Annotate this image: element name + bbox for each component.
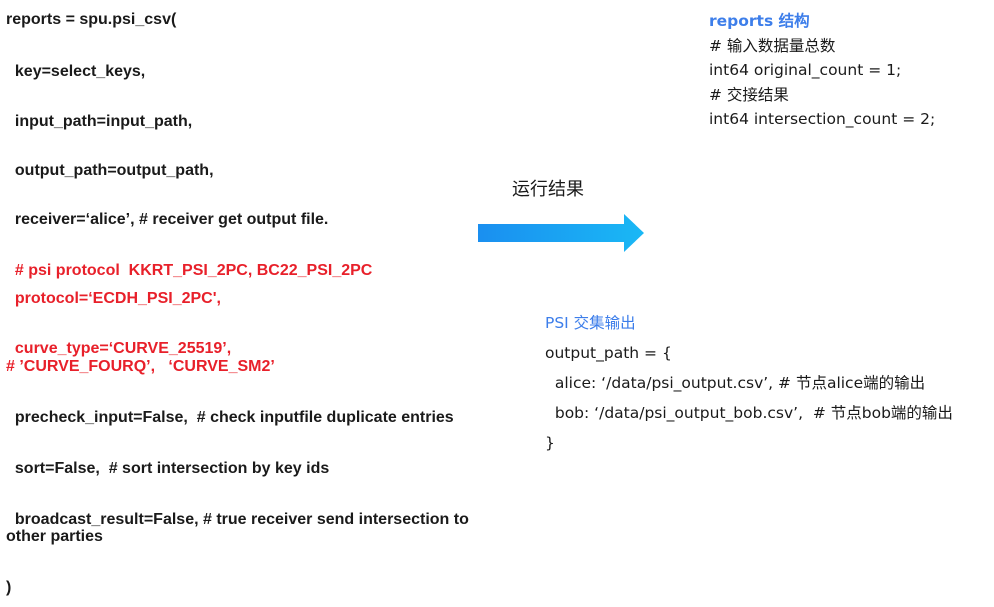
code-line-broadcast: broadcast_result=False, # true receiver …: [6, 511, 469, 528]
code-line-receiver: receiver=‘alice’, # receiver get output …: [6, 211, 329, 228]
code-line-protocol: protocol=‘ECDH_PSI_2PC',: [6, 290, 221, 307]
reports-line: # 交接结果: [709, 85, 789, 104]
code-line-protocol-comment: # psi protocol KKRT_PSI_2PC, BC22_PSI_2P…: [6, 262, 373, 279]
code-line-precheck: precheck_input=False, # check inputfile …: [6, 409, 454, 426]
psi-output-line: }: [545, 434, 555, 452]
code-line-sort: sort=False, # sort intersection by key i…: [6, 460, 330, 477]
code-line-open: reports = spu.psi_csv(: [6, 11, 177, 28]
reports-line: # 输入数据量总数: [709, 36, 836, 55]
reports-line: int64 intersection_count = 2;: [709, 110, 936, 128]
psi-output-line: bob: ‘/data/psi_output_bob.csv’, # 节点bob…: [545, 404, 953, 422]
code-line-curve-type: curve_type=‘CURVE_25519’,: [6, 340, 232, 357]
code-line-output-path: output_path=output_path,: [6, 162, 214, 179]
arrow-caption: 运行结果: [512, 179, 584, 200]
code-line-broadcast-cont: other parties: [6, 528, 103, 545]
code-line-curve-comment: # ’CURVE_FOURQ’, ‘CURVE_SM2’: [6, 358, 275, 375]
right-arrow-icon: [478, 214, 644, 252]
reports-line: int64 original_count = 1;: [709, 61, 902, 79]
psi-output-title: PSI 交集输出: [545, 314, 636, 332]
psi-output-line: alice: ‘/data/psi_output.csv’, # 节点alice…: [545, 374, 926, 392]
psi-output: PSI 交集输出 output_path = { alice: ‘/data/p…: [545, 312, 953, 462]
reports-structure: reports 结构 # 输入数据量总数 int64 original_coun…: [709, 11, 935, 134]
code-line-key: key=select_keys,: [6, 63, 146, 80]
code-line-close: ): [6, 579, 12, 596]
psi-output-line: output_path = {: [545, 344, 672, 362]
reports-title: reports 结构: [709, 12, 810, 30]
code-line-input-path: input_path=input_path,: [6, 113, 193, 130]
